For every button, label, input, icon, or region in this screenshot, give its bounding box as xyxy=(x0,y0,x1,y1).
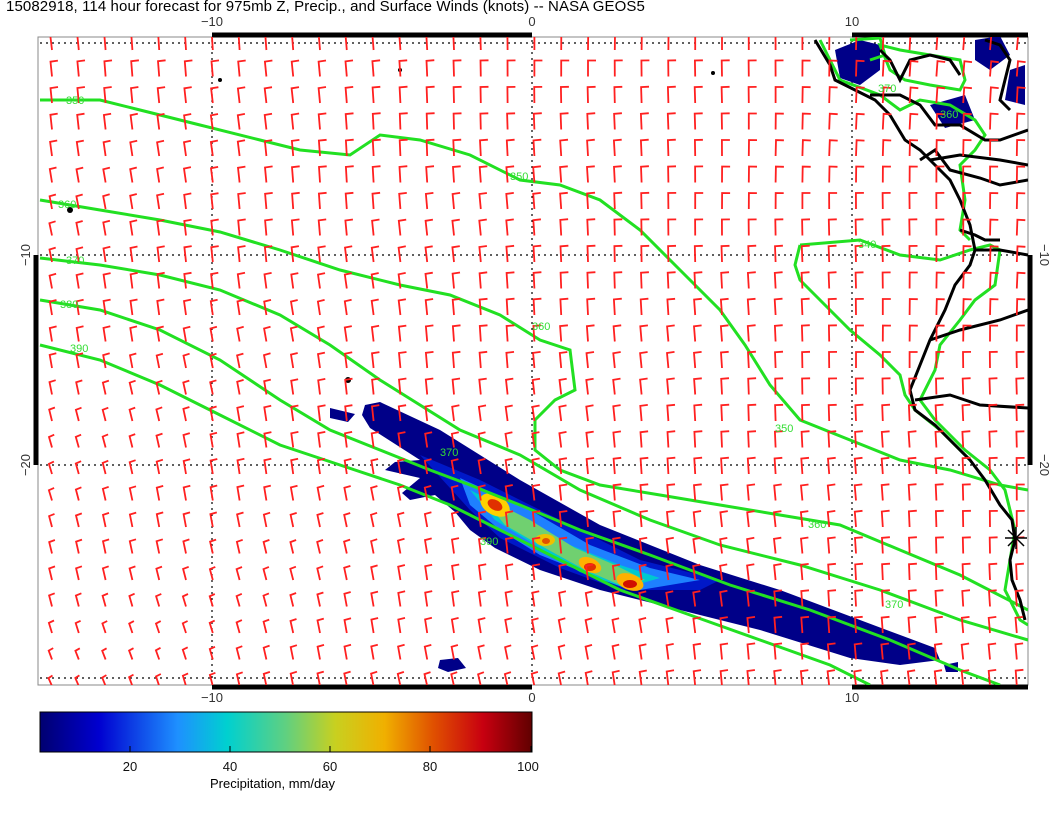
colorbar-tick-label: 100 xyxy=(517,759,539,774)
bottom-tick-label: 10 xyxy=(845,690,859,705)
top-tick-label: −10 xyxy=(201,14,223,29)
colorbar-label: Precipitation, mm/day xyxy=(210,776,335,791)
contour-label: 340 xyxy=(858,239,876,251)
contour-label: 350 xyxy=(510,171,528,183)
contour-label: 380 xyxy=(60,299,78,311)
contour-label: 360 xyxy=(808,519,826,531)
contour-label: 360 xyxy=(532,321,550,333)
contour-label: 370 xyxy=(885,599,903,611)
contour-label: 370 xyxy=(878,83,896,95)
forecast-map: −10 0 10 −10 0 10 −10 −20 −10 −20 350 36… xyxy=(18,14,1052,774)
right-tick-label: −10 xyxy=(1037,244,1052,266)
contour-label: 370 xyxy=(66,255,84,267)
top-tick-label: 10 xyxy=(845,14,859,29)
left-tick-label: −20 xyxy=(18,454,33,476)
contour-label: 350 xyxy=(66,95,84,107)
colorbar-tick-label: 40 xyxy=(223,759,237,774)
colorbar-tick-label: 20 xyxy=(123,759,137,774)
left-tick-label: −10 xyxy=(18,244,33,266)
bottom-tick-label: 0 xyxy=(528,690,535,705)
contour-label: 350 xyxy=(775,423,793,435)
top-tick-label: 0 xyxy=(528,14,535,29)
contour-label: 360 xyxy=(58,199,76,211)
station-marker-icon xyxy=(1005,527,1027,549)
contour-label: 360 xyxy=(940,109,958,121)
bottom-tick-label: −10 xyxy=(201,690,223,705)
contour-label: 370 xyxy=(440,447,458,459)
right-tick-label: −20 xyxy=(1037,454,1052,476)
colorbar-tick-label: 60 xyxy=(323,759,337,774)
contour-label: 390 xyxy=(70,343,88,355)
colorbar xyxy=(39,711,533,753)
contour-label: 390 xyxy=(480,536,498,548)
colorbar-tick-label: 80 xyxy=(423,759,437,774)
